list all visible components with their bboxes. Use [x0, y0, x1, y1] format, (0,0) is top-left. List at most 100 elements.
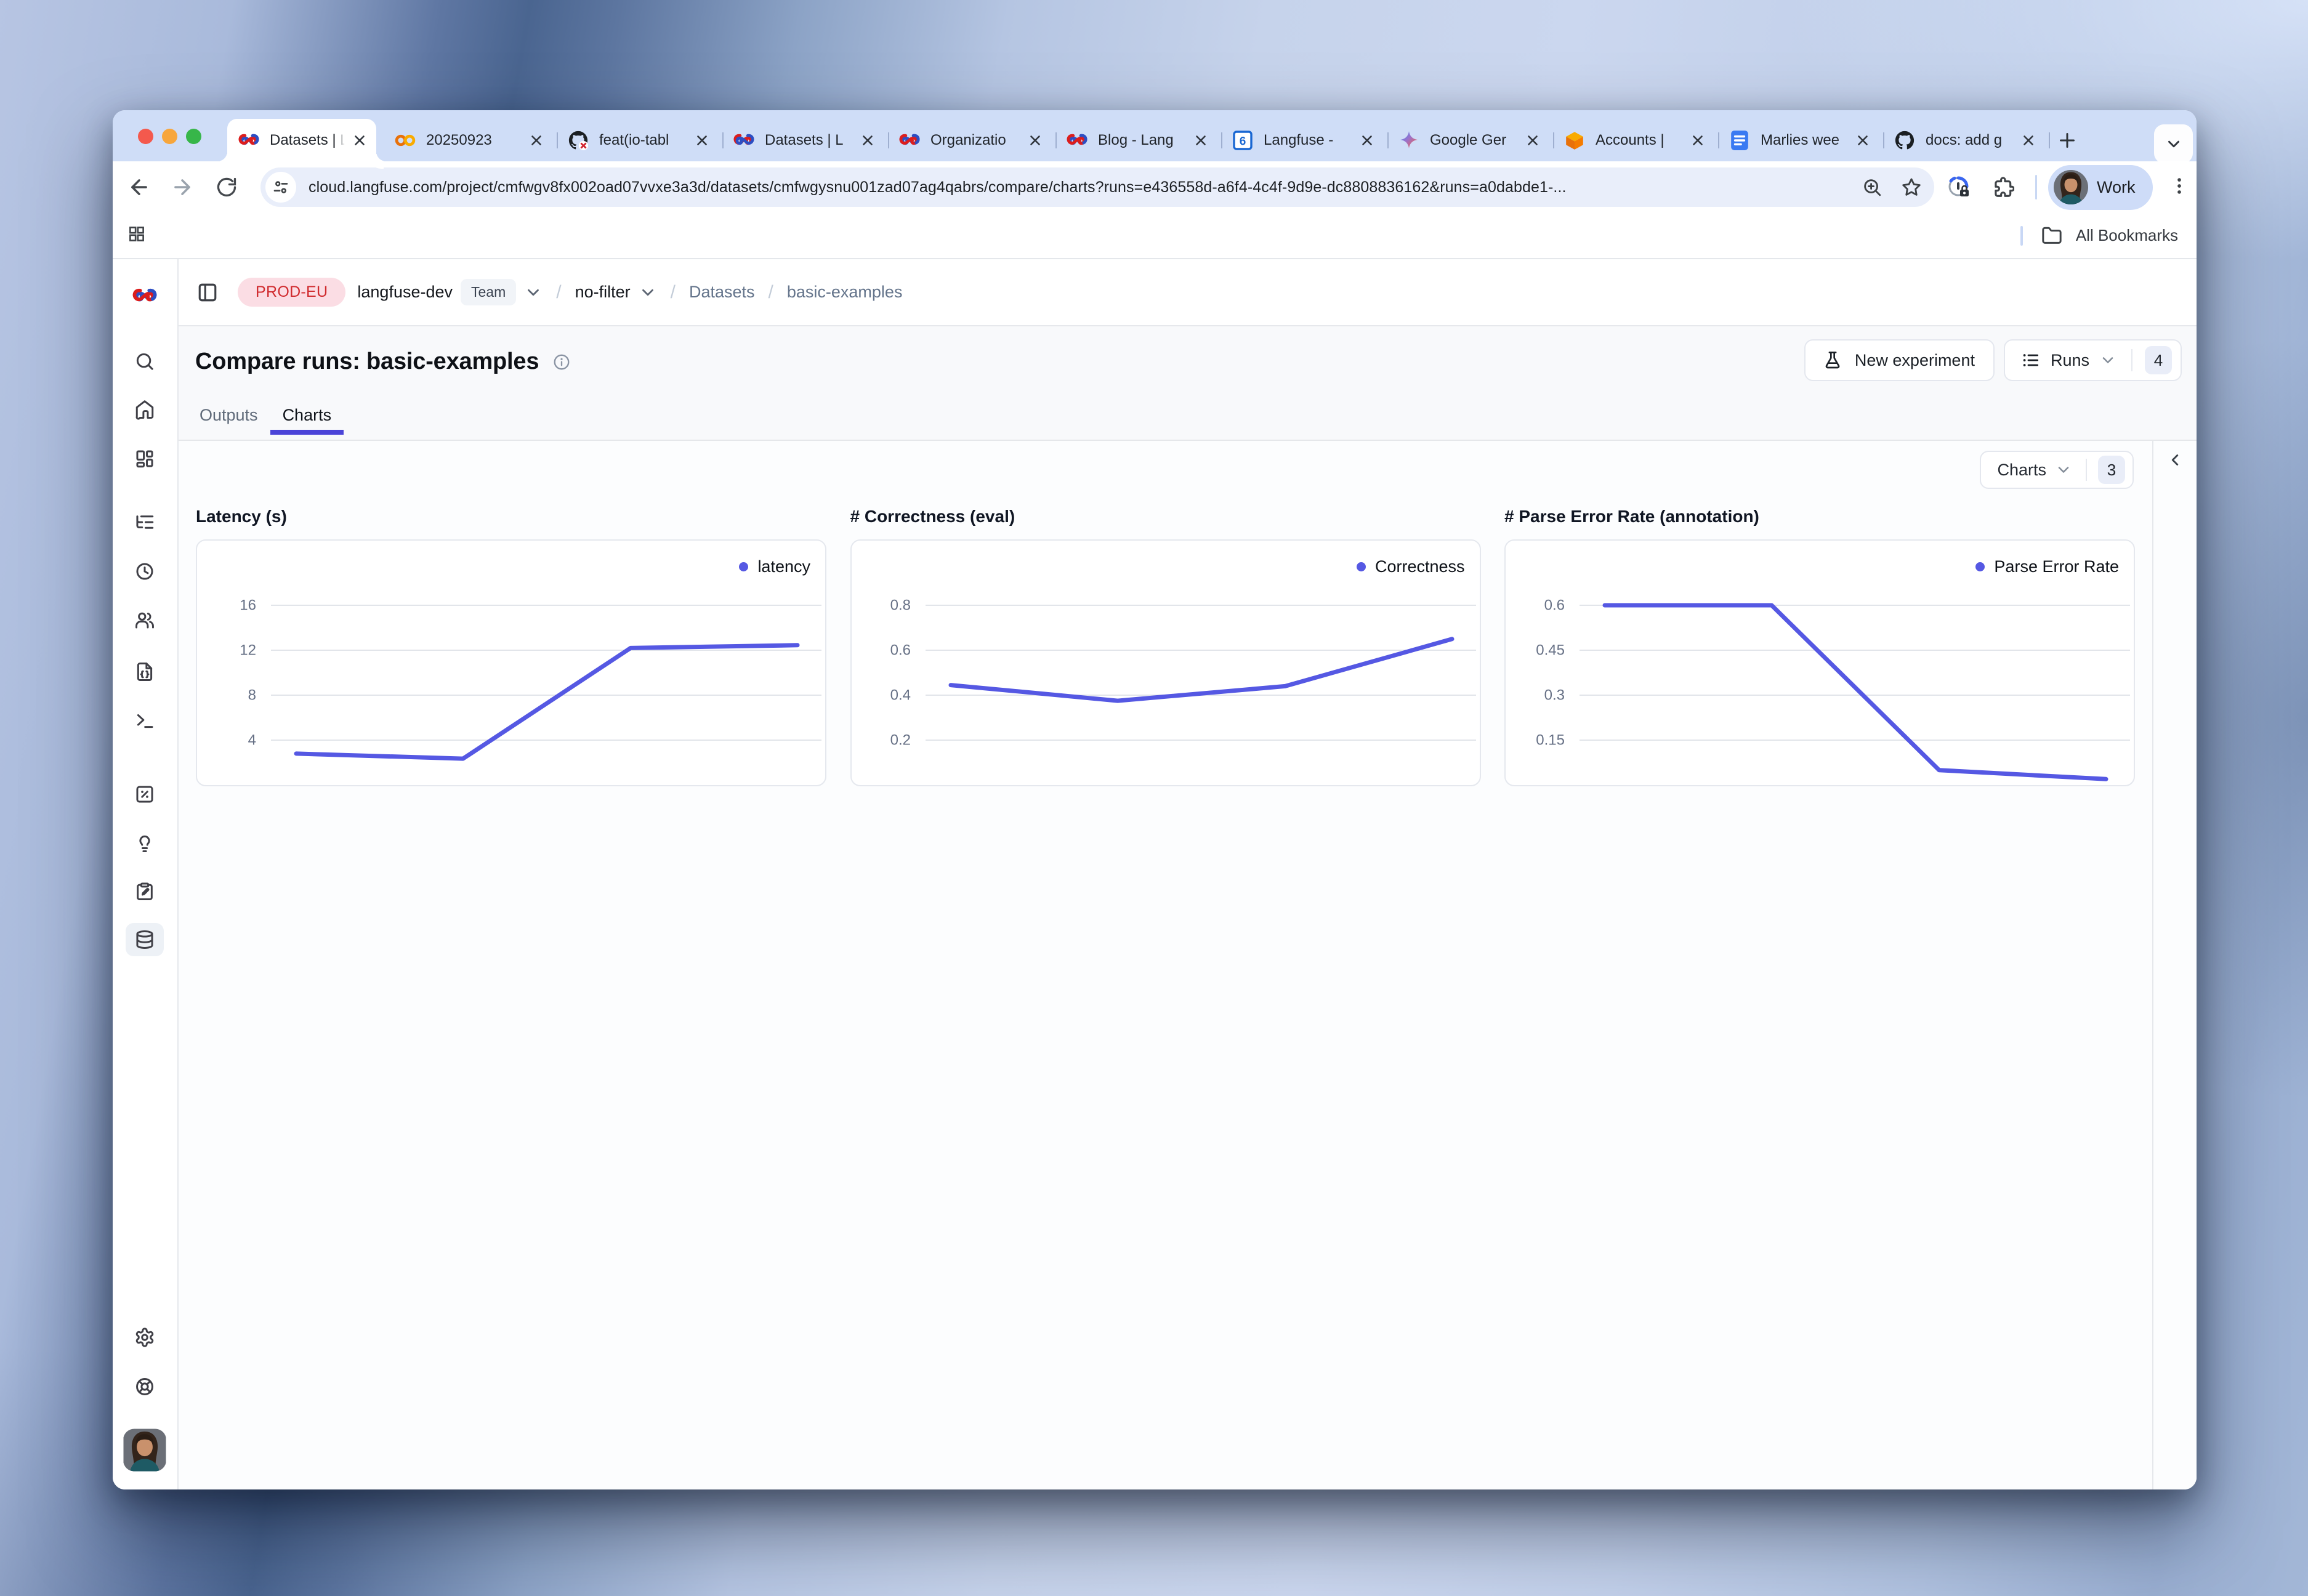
- button-separator: [2086, 459, 2087, 481]
- breadcrumb-section[interactable]: Datasets: [689, 283, 755, 302]
- browser-tab[interactable]: docs: add g: [1883, 119, 2049, 161]
- runs-dropdown-button[interactable]: Runs 4: [2004, 339, 2182, 381]
- tab-close-icon[interactable]: [350, 131, 369, 150]
- runs-count-badge: 4: [2145, 346, 2172, 374]
- window-zoom-button[interactable]: [186, 129, 201, 144]
- apps-grid-icon[interactable]: [127, 225, 146, 246]
- bookmarks-separator: [2020, 226, 2023, 246]
- user-avatar[interactable]: [123, 1429, 166, 1472]
- y-tick-label: 0.6: [890, 642, 910, 659]
- browser-tab[interactable]: Google Ger: [1387, 119, 1553, 161]
- chart-card: 0.150.30.450.6 Parse Error Rate: [1504, 539, 2135, 786]
- button-separator: [2131, 349, 2132, 371]
- back-button[interactable]: [121, 169, 157, 205]
- sidebar-item-annotation[interactable]: [134, 881, 155, 901]
- langfuse-logo[interactable]: [132, 287, 157, 305]
- forward-button[interactable]: [164, 169, 200, 205]
- y-tick-label: 8: [248, 687, 256, 704]
- site-settings-icon[interactable]: [265, 172, 296, 203]
- breadcrumb-slash: /: [769, 282, 773, 303]
- window-controls: [138, 129, 201, 144]
- org-switcher-chevron-icon[interactable]: [524, 283, 543, 302]
- chart-legend: latency: [739, 557, 810, 576]
- cube-icon: [1564, 130, 1585, 151]
- browser-menu-kebab-icon[interactable]: [2169, 175, 2190, 200]
- browser-tab[interactable]: Marlies wee: [1718, 119, 1883, 161]
- tab-close-icon[interactable]: [1358, 131, 1376, 150]
- sidebar-item-search[interactable]: [134, 351, 155, 372]
- app-main: PROD-EU langfuse-dev Team / no-filter / …: [179, 259, 2197, 1489]
- sidebar-item-support[interactable]: [134, 1376, 155, 1397]
- browser-tab-active[interactable]: Datasets | L: [227, 119, 376, 161]
- y-tick-label: 0.8: [890, 597, 910, 614]
- sidebar-item-datasets[interactable]: [134, 929, 155, 950]
- password-manager-icon[interactable]: [1947, 175, 1971, 200]
- tab-close-icon[interactable]: [1026, 131, 1044, 150]
- sidebar-item-users[interactable]: [134, 610, 156, 631]
- chart-legend: Correctness: [1357, 557, 1465, 576]
- project-switcher-chevron-icon[interactable]: [639, 283, 657, 302]
- new-experiment-label: New experiment: [1855, 351, 1975, 370]
- breadcrumb-project[interactable]: no-filter: [575, 283, 631, 302]
- charts-dropdown-button[interactable]: Charts 3: [1980, 451, 2134, 489]
- reload-button[interactable]: [209, 169, 244, 205]
- window-close-button[interactable]: [138, 129, 153, 144]
- tab-close-icon[interactable]: [858, 131, 877, 150]
- address-bar[interactable]: cloud.langfuse.com/project/cmfwgv8fx002o…: [260, 167, 1934, 207]
- browser-tab[interactable]: 6 Langfuse -: [1221, 119, 1387, 161]
- browser-tab[interactable]: Organizatio: [888, 119, 1055, 161]
- desktop-background: Datasets | L 20250923: [0, 0, 2308, 1596]
- sidebar-item-sessions[interactable]: [134, 561, 155, 582]
- chevron-down-icon: [2099, 352, 2116, 369]
- browser-tab[interactable]: Accounts |: [1553, 119, 1718, 161]
- folder-icon: [2041, 225, 2062, 246]
- y-tick-label: 0.3: [1544, 687, 1565, 704]
- tab-charts[interactable]: Charts: [270, 406, 344, 440]
- tab-close-icon[interactable]: [1854, 131, 1872, 150]
- sidebar-toggle-icon[interactable]: [196, 281, 219, 304]
- breadcrumb-org[interactable]: langfuse-dev: [357, 283, 453, 302]
- collapse-panel-chevron[interactable]: [2166, 451, 2184, 469]
- charts-panel-wrap: Charts 3 Latency (s) 481216: [179, 441, 2197, 1489]
- new-experiment-button[interactable]: New experiment: [1804, 339, 1995, 381]
- tab-title: Organizatio: [930, 132, 1021, 149]
- info-icon[interactable]: [552, 353, 571, 371]
- browser-tab[interactable]: Datasets | L: [722, 119, 888, 161]
- profile-chip[interactable]: Work: [2048, 165, 2153, 210]
- tab-outputs[interactable]: Outputs: [187, 406, 270, 440]
- tab-close-icon[interactable]: [527, 131, 546, 150]
- browser-tab[interactable]: 20250923: [384, 119, 557, 161]
- sidebar-item-playground[interactable]: [134, 710, 155, 731]
- chart-line: [951, 639, 1452, 701]
- tab-title: Datasets | L: [765, 132, 853, 149]
- new-tab-button[interactable]: [2054, 127, 2081, 154]
- url-text[interactable]: cloud.langfuse.com/project/cmfwgv8fx002o…: [309, 179, 1850, 196]
- breadcrumb: PROD-EU langfuse-dev Team / no-filter / …: [179, 259, 2197, 326]
- charts-row: Latency (s) 481216 latency: [179, 506, 2152, 786]
- sidebar-item-settings[interactable]: [134, 1327, 155, 1348]
- breadcrumb-slash: /: [556, 282, 561, 303]
- zoom-indicator-icon[interactable]: [1862, 177, 1882, 198]
- list-icon: [2021, 350, 2041, 370]
- tab-close-icon[interactable]: [2019, 131, 2038, 150]
- tab-close-icon[interactable]: [693, 131, 711, 150]
- sidebar-item-evaluation[interactable]: [134, 784, 155, 805]
- window-minimize-button[interactable]: [162, 129, 177, 144]
- tab-close-icon[interactable]: [1689, 131, 1707, 150]
- tab-search-chevron-button[interactable]: [2154, 124, 2193, 163]
- all-bookmarks-button[interactable]: All Bookmarks: [2020, 225, 2178, 246]
- browser-tab[interactable]: Blog - Lang: [1055, 119, 1221, 161]
- sidebar-item-prompts[interactable]: [134, 661, 155, 682]
- browser-toolbar: cloud.langfuse.com/project/cmfwgv8fx002o…: [113, 161, 2197, 213]
- browser-tab[interactable]: feat(io-tabl: [557, 119, 722, 161]
- tab-close-icon[interactable]: [1192, 131, 1210, 150]
- sidebar-item-home[interactable]: [134, 399, 155, 420]
- bookmark-star-icon[interactable]: [1901, 177, 1922, 198]
- sidebar-item-judge[interactable]: [134, 832, 155, 853]
- extensions-puzzle-icon[interactable]: [1991, 175, 2014, 199]
- breadcrumb-item[interactable]: basic-examples: [787, 283, 903, 302]
- tab-close-icon[interactable]: [1523, 131, 1542, 150]
- sidebar-item-dashboards[interactable]: [134, 448, 155, 469]
- sidebar-item-tracing[interactable]: [134, 512, 155, 533]
- line-chart: 481216: [197, 541, 825, 785]
